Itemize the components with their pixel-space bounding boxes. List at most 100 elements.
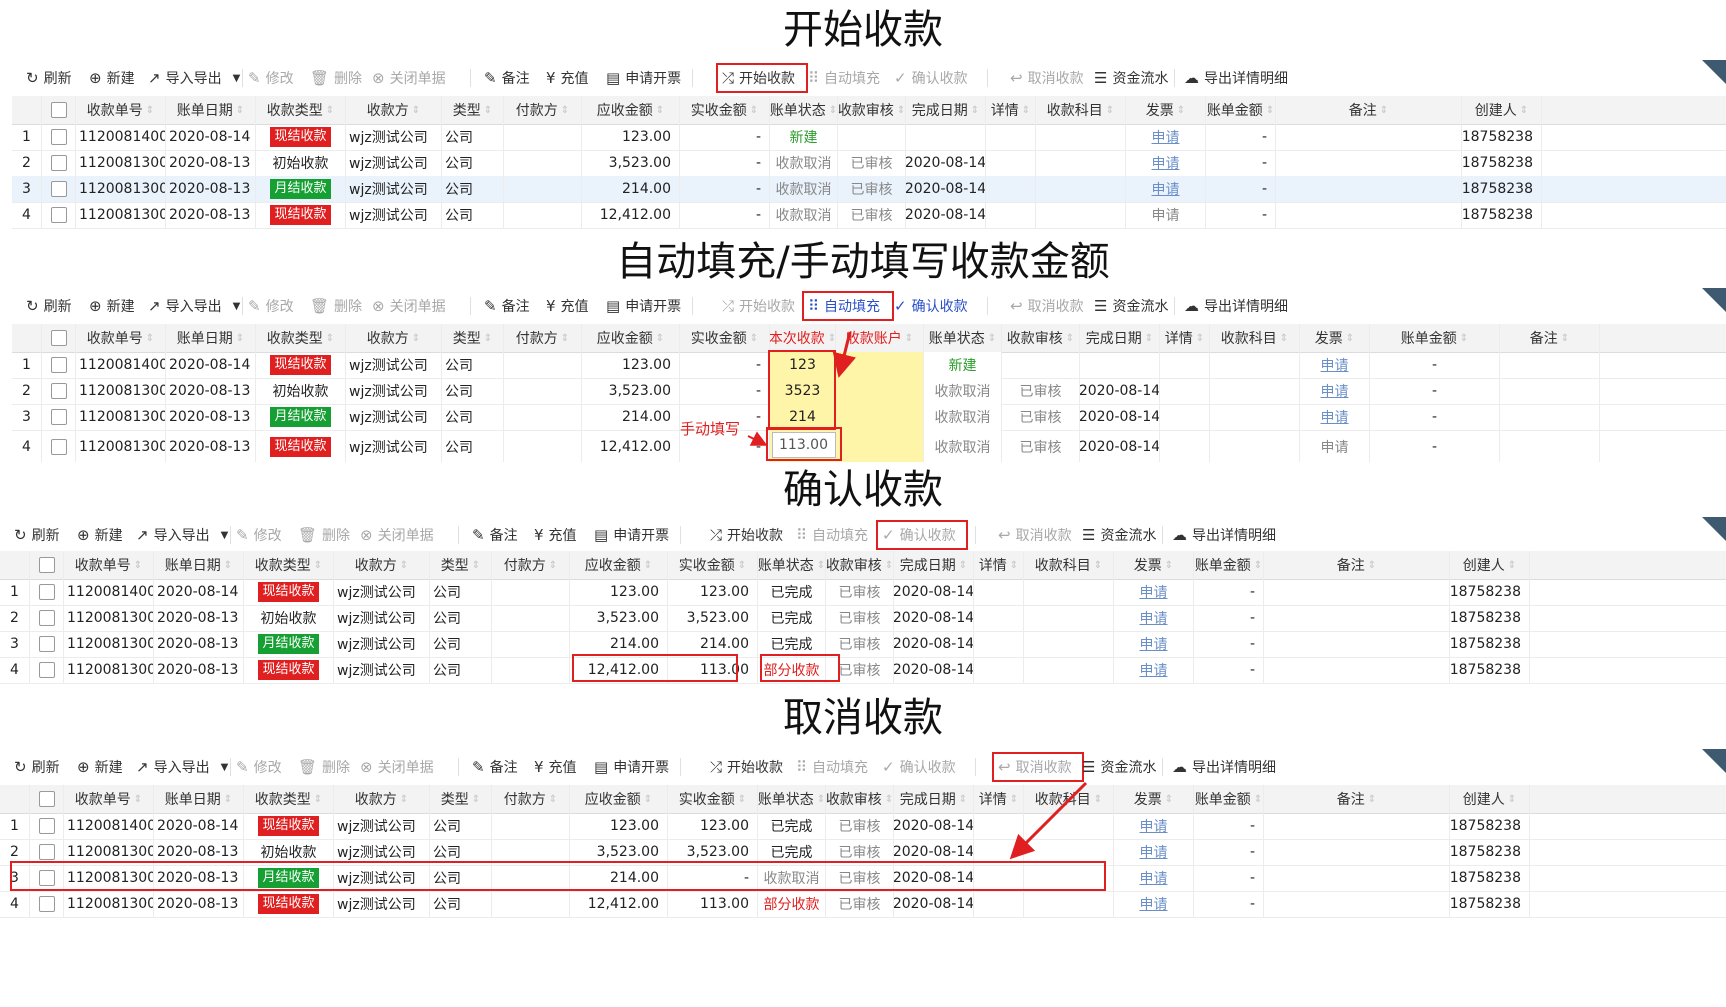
column-header-creator[interactable]: 创建人 ⇕ <box>1450 551 1530 579</box>
sort-icon[interactable]: ⇕ <box>412 105 420 116</box>
column-header-bill[interactable]: 账单金额 ⇕ <box>1194 551 1264 579</box>
column-header-note[interactable]: 备注 ⇕ <box>1276 96 1462 124</box>
start-collect-button[interactable]: ⤮ 开始收款 <box>710 517 783 553</box>
start-collect-button[interactable]: ⤮ 开始收款 <box>722 60 795 96</box>
column-header-date[interactable]: 账单日期 ⇕ <box>166 96 256 124</box>
table-row[interactable]: 2 112008130032020-08-13 初始收款 wjz测试公司 公司 3,523… <box>12 150 1726 177</box>
sort-icon[interactable]: ⇕ <box>561 105 569 116</box>
fund-flow-button[interactable]: ☰ 资金流水 <box>1094 60 1168 96</box>
column-header-invoice[interactable]: 发票 ⇕ <box>1126 96 1206 124</box>
edit-button[interactable]: ✎ 修改 <box>236 517 282 553</box>
sort-icon[interactable]: ⇕ <box>484 105 492 116</box>
new-button[interactable]: ⊕ 新建 <box>77 517 123 553</box>
row-checkbox[interactable] <box>38 584 55 600</box>
apply-invoice-link[interactable]: 申请 <box>1152 153 1180 173</box>
column-header-payee[interactable]: 收款方 ⇕ <box>334 551 430 579</box>
column-header-detail[interactable]: 详情 ⇕ <box>974 551 1024 579</box>
column-header-payer[interactable]: 付款方 ⇕ <box>504 96 582 124</box>
recharge-button[interactable]: ¥ 充值 <box>534 517 577 553</box>
table-row[interactable]: 1112008140012020-08-14现结收款wjz测试公司公司123.0… <box>0 579 1726 606</box>
table-row[interactable]: 1112008140012020-08-14现结收款wjz测试公司公司123.0… <box>12 124 1726 151</box>
apply-invoice-link[interactable]: 申请 <box>1140 660 1168 680</box>
remark-button[interactable]: ✎ 备注 <box>472 517 518 553</box>
sort-icon[interactable]: ⇕ <box>236 105 244 116</box>
sort-icon[interactable]: ⇕ <box>146 105 154 116</box>
sort-icon[interactable]: ⇕ <box>224 560 232 571</box>
column-header-chk[interactable] <box>30 551 64 579</box>
close-doc-button[interactable]: ⊗ 关闭单据 <box>360 517 434 553</box>
table-row[interactable]: 2 112008130032020-08-13 初始收款 wjz测试公司 公司 3,523… <box>0 605 1726 632</box>
sort-icon[interactable]: ⇕ <box>829 105 837 116</box>
column-header-audit[interactable]: 收款审核 ⇕ <box>826 551 894 579</box>
sort-icon[interactable]: ⇕ <box>897 105 905 116</box>
column-header-subject[interactable]: 收款科目 ⇕ <box>1024 551 1114 579</box>
column-header-type[interactable]: 收款类型 ⇕ <box>244 551 334 579</box>
row-checkbox[interactable] <box>50 155 67 171</box>
sort-icon[interactable]: ⇕ <box>1266 105 1274 116</box>
sort-icon[interactable]: ⇕ <box>1177 105 1185 116</box>
sort-icon[interactable]: ⇕ <box>1508 560 1516 571</box>
column-header-done[interactable]: 完成日期 ⇕ <box>906 96 986 124</box>
sort-icon[interactable]: ⇕ <box>1010 560 1018 571</box>
edit-button[interactable]: ✎ 修改 <box>248 60 294 96</box>
refresh-button[interactable]: ↻ 刷新 <box>26 60 72 96</box>
row-checkbox[interactable] <box>50 129 67 145</box>
sort-icon[interactable]: ⇕ <box>971 105 979 116</box>
sort-icon[interactable]: ⇕ <box>134 560 142 571</box>
sort-icon[interactable]: ⇕ <box>644 560 652 571</box>
column-header-invoice[interactable]: 发票 ⇕ <box>1114 551 1194 579</box>
sort-icon[interactable]: ⇕ <box>1368 560 1376 571</box>
remark-button[interactable]: ✎ 备注 <box>484 60 530 96</box>
cancel-collect-button[interactable]: ↩ 取消收款 <box>1010 60 1084 96</box>
sort-icon[interactable]: ⇕ <box>817 560 825 571</box>
sort-icon[interactable]: ⇕ <box>1520 105 1528 116</box>
column-header-no[interactable]: 收款单号 ⇕ <box>76 96 166 124</box>
confirm-collect-button[interactable]: ✓ 确认收款 <box>894 60 968 96</box>
cancel-collect-button[interactable]: ↩ 取消收款 <box>998 517 1072 553</box>
row-checkbox[interactable] <box>38 636 55 652</box>
export-detail-button[interactable]: ☁ 导出详情明细 <box>1184 60 1288 96</box>
select-all-checkbox[interactable] <box>50 102 67 118</box>
table-row[interactable]: 4 112008130012020-08-13 现结收款 wjz测试公司 公司 12,41… <box>0 657 1726 684</box>
column-header-status[interactable]: 账单状态 ⇕ <box>770 96 838 124</box>
column-header-bill[interactable]: 账单金额 ⇕ <box>1206 96 1276 124</box>
sort-icon[interactable]: ⇕ <box>326 105 334 116</box>
auto-fill-button[interactable]: ⠿ 自动填充 <box>808 60 880 96</box>
column-header-audit[interactable]: 收款审核 ⇕ <box>838 96 906 124</box>
select-all-checkbox[interactable] <box>38 557 55 573</box>
row-checkbox[interactable] <box>50 181 67 197</box>
refresh-button[interactable]: ↻ 刷新 <box>14 517 60 553</box>
apply-invoice-link[interactable]: 申请 <box>1152 205 1180 225</box>
sort-icon[interactable]: ⇕ <box>1254 560 1262 571</box>
row-checkbox[interactable] <box>50 207 67 223</box>
column-header-type[interactable]: 收款类型 ⇕ <box>256 96 346 124</box>
column-header-no[interactable]: 收款单号 ⇕ <box>64 551 154 579</box>
apply-invoice-button[interactable]: ▤ 申请开票 <box>594 517 669 553</box>
table-row[interactable]: 4 112008130012020-08-13 现结收款 wjz测试公司 公司 12,41… <box>12 202 1726 229</box>
sort-icon[interactable]: ⇕ <box>1106 105 1114 116</box>
column-header-due[interactable]: 应收金额 ⇕ <box>582 96 680 124</box>
column-header-due[interactable]: 应收金额 ⇕ <box>570 551 668 579</box>
column-header-date[interactable]: 账单日期 ⇕ <box>154 551 244 579</box>
sort-icon[interactable]: ⇕ <box>1094 560 1102 571</box>
row-checkbox[interactable] <box>38 662 55 678</box>
apply-invoice-link[interactable]: 申请 <box>1140 582 1168 602</box>
column-header-done[interactable]: 完成日期 ⇕ <box>894 551 974 579</box>
column-header-creator[interactable]: 创建人 ⇕ <box>1462 96 1542 124</box>
apply-invoice-link[interactable]: 申请 <box>1140 634 1168 654</box>
sort-icon[interactable]: ⇕ <box>750 105 758 116</box>
row-checkbox[interactable] <box>38 610 55 626</box>
table-row[interactable]: 3 112008130022020-08-13 月结收款 wjz测试公司 公司 214.0… <box>0 631 1726 658</box>
column-header-subject[interactable]: 收款科目 ⇕ <box>1036 96 1126 124</box>
sort-icon[interactable]: ⇕ <box>656 105 664 116</box>
new-button[interactable]: ⊕ 新建 <box>89 60 135 96</box>
delete-button[interactable]: 🗑 删除 <box>298 517 350 553</box>
apply-invoice-link[interactable]: 申请 <box>1152 179 1180 199</box>
column-header-status[interactable]: 账单状态 ⇕ <box>758 551 826 579</box>
fund-flow-button[interactable]: ☰ 资金流水 <box>1082 517 1156 553</box>
import-export-button[interactable]: ↗ 导入导出 ▼ <box>136 517 228 553</box>
column-header-detail[interactable]: 详情 ⇕ <box>986 96 1036 124</box>
sort-icon[interactable]: ⇕ <box>400 560 408 571</box>
column-header-kind[interactable]: 类型 ⇕ <box>442 96 504 124</box>
recharge-button[interactable]: ¥ 充值 <box>546 60 589 96</box>
